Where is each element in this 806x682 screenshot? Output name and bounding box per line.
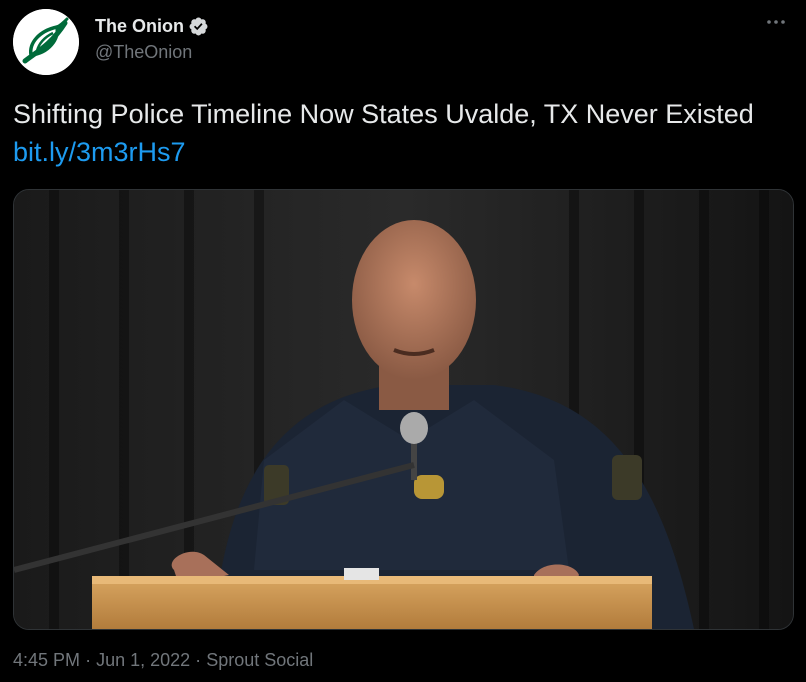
- avatar[interactable]: [13, 9, 79, 75]
- tweet-media-photo[interactable]: [13, 189, 794, 630]
- tweet-source[interactable]: Sprout Social: [206, 650, 313, 670]
- photo-illustration: [14, 190, 793, 629]
- meta-separator-2: ·: [195, 650, 202, 670]
- author-name-row[interactable]: The Onion: [95, 14, 209, 38]
- author-display-name[interactable]: The Onion: [95, 16, 184, 37]
- tweet-date[interactable]: Jun 1, 2022: [96, 650, 190, 670]
- tweet-meta: 4:45 PM · Jun 1, 2022 · Sprout Social: [13, 650, 313, 671]
- tweet-link[interactable]: bit.ly/3m3rHs7: [13, 137, 186, 167]
- author-handle[interactable]: @TheOnion: [95, 42, 192, 63]
- tweet-time[interactable]: 4:45 PM: [13, 650, 80, 670]
- tweet-text: Shifting Police Timeline Now States Uval…: [13, 95, 793, 171]
- onion-logo-icon: [13, 9, 79, 75]
- meta-separator: ·: [85, 650, 92, 670]
- tweet-body: Shifting Police Timeline Now States Uval…: [13, 99, 754, 129]
- more-dots-icon[interactable]: [764, 14, 788, 34]
- verified-badge-icon: [189, 17, 208, 35]
